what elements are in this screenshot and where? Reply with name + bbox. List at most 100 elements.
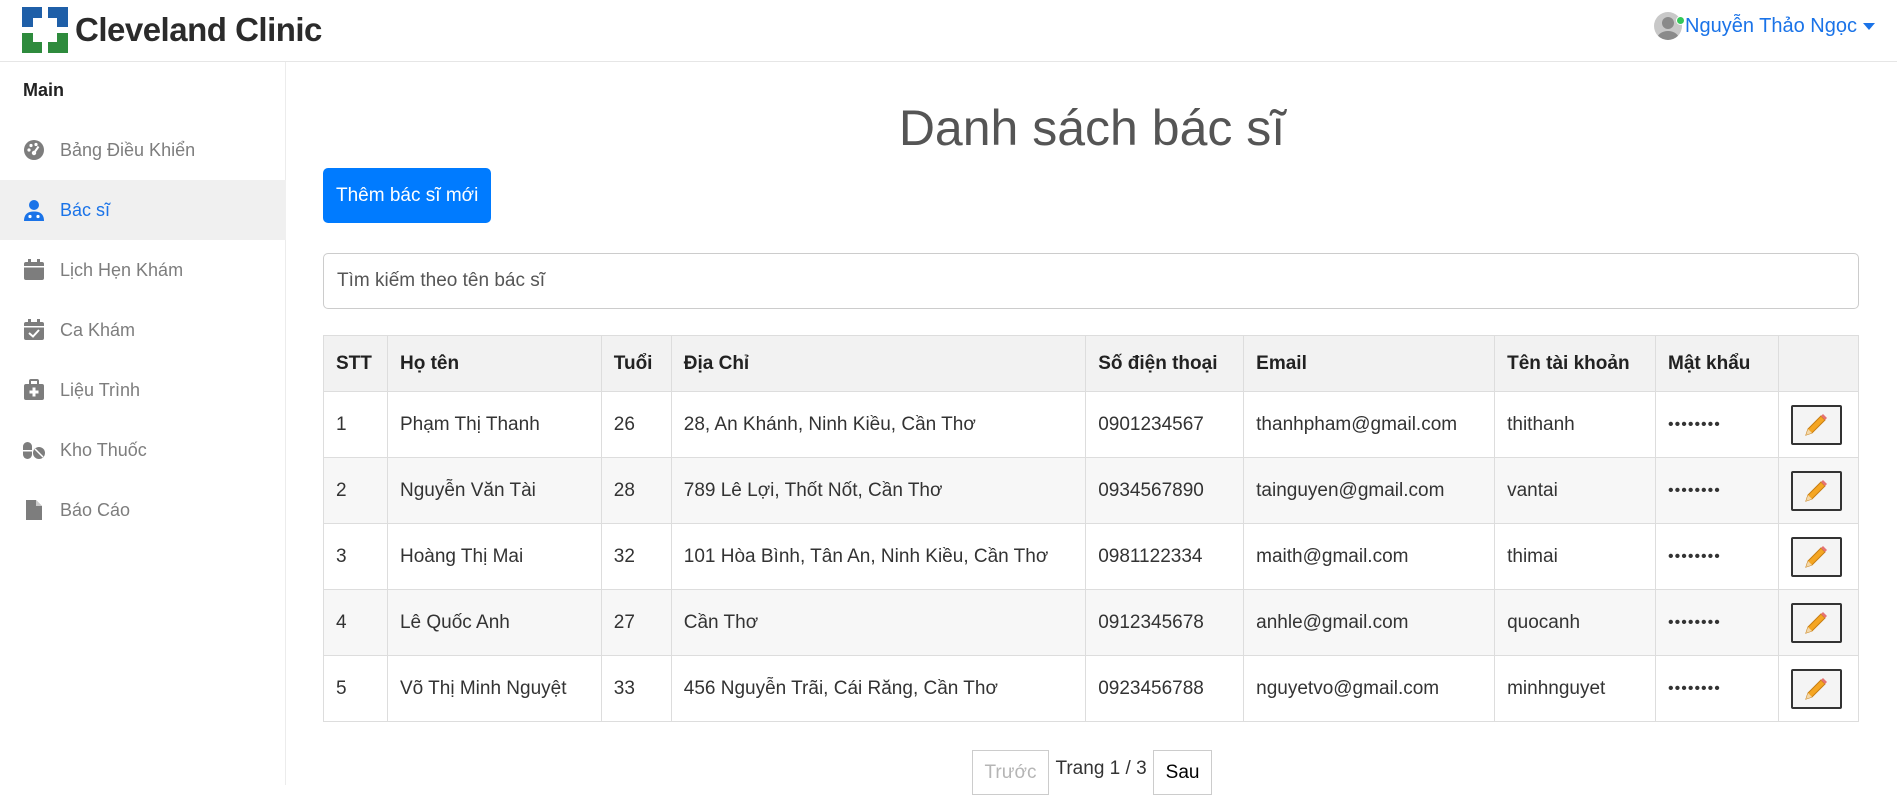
calendar-icon	[22, 258, 46, 282]
column-header: Tuổi	[600, 335, 672, 392]
cell-email: maith@gmail.com	[1243, 523, 1496, 590]
main-content: Danh sách bác sĩ Thêm bác sĩ mới STT Họ …	[287, 62, 1897, 795]
column-header: Số điện thoại	[1085, 335, 1245, 392]
cell-username: vantai	[1494, 457, 1657, 524]
edit-button[interactable]	[1790, 602, 1842, 643]
cell-email: tainguyen@gmail.com	[1243, 457, 1496, 524]
user-menu[interactable]: Nguyễn Thảo Ngọc	[1654, 12, 1875, 40]
cell-email: thanhpham@gmail.com	[1243, 391, 1496, 458]
page-info: Trang 1 / 3	[1055, 758, 1147, 779]
sidebar-section-title: Main	[23, 80, 65, 100]
cell-name: Võ Thị Minh Nguyệt	[386, 655, 602, 722]
cell-actions	[1777, 655, 1860, 722]
edit-button[interactable]	[1790, 404, 1842, 445]
cell-actions	[1777, 589, 1860, 656]
pencil-icon	[1805, 611, 1828, 634]
next-page-button[interactable]: Sau	[1152, 750, 1213, 795]
sidebar-item-reports[interactable]: Báo Cáo	[0, 480, 286, 540]
search-input[interactable]	[323, 253, 1859, 309]
sidebar-item-label: Báo Cáo	[60, 499, 131, 520]
cell-password: ••••••••	[1655, 457, 1779, 524]
pencil-icon	[1805, 413, 1828, 436]
column-header-actions	[1777, 335, 1860, 392]
dashboard-icon	[22, 138, 46, 162]
pagination: Trước Trang 1 / 3 Sau	[287, 750, 1897, 795]
edit-button[interactable]	[1790, 668, 1842, 709]
doctors-table: STT Họ tên Tuổi Địa Chỉ Số điện thoại Em…	[323, 335, 1860, 722]
prev-page-button[interactable]: Trước	[971, 750, 1050, 795]
pencil-icon	[1805, 479, 1828, 502]
cell-age: 27	[600, 589, 672, 656]
cell-name: Nguyễn Văn Tài	[386, 457, 602, 524]
table-row: 3 Hoàng Thị Mai 32 101 Hòa Bình, Tân An,…	[323, 523, 1860, 590]
sidebar-item-label: Liệu Trình	[60, 379, 141, 400]
cell-age: 33	[600, 655, 672, 722]
cell-username: minhnguyet	[1494, 655, 1657, 722]
table-row: 2 Nguyễn Văn Tài 28 789 Lê Lợi, Thốt Nốt…	[323, 457, 1860, 524]
sidebar-item-shifts[interactable]: Ca Khám	[0, 300, 286, 360]
sidebar-nav: Bảng Điều Khiển Bác sĩ Lịch Hẹn Khám Ca …	[0, 120, 286, 540]
cell-age: 26	[600, 391, 672, 458]
sidebar-item-pharmacy[interactable]: Kho Thuốc	[0, 420, 286, 480]
edit-button[interactable]	[1790, 536, 1842, 577]
cell-phone: 0901234567	[1085, 391, 1245, 458]
column-header: Địa Chỉ	[670, 335, 1087, 392]
cell-email: anhle@gmail.com	[1243, 589, 1496, 656]
cell-username: quocanh	[1494, 589, 1657, 656]
cell-actions	[1777, 523, 1860, 590]
cell-address: Cần Thơ	[670, 589, 1087, 656]
cell-phone: 0912345678	[1085, 589, 1245, 656]
cell-actions	[1777, 457, 1860, 524]
cell-actions	[1777, 391, 1860, 458]
cleveland-clinic-logo-icon	[22, 7, 68, 53]
caret-down-icon	[1863, 22, 1875, 30]
cell-index: 2	[323, 457, 388, 524]
cell-address: 28, An Khánh, Ninh Kiều, Cần Thơ	[670, 391, 1087, 458]
brand[interactable]: Cleveland Clinic	[22, 7, 322, 53]
column-header: Họ tên	[386, 335, 602, 392]
user-name: Nguyễn Thảo Ngọc	[1685, 14, 1857, 37]
cell-address: 101 Hòa Bình, Tân An, Ninh Kiều, Cần Thơ	[670, 523, 1087, 590]
sidebar-item-treatments[interactable]: Liệu Trình	[0, 360, 286, 420]
sidebar-item-appointments[interactable]: Lịch Hẹn Khám	[0, 240, 286, 300]
cell-age: 32	[600, 523, 672, 590]
sidebar-item-label: Bác sĩ	[60, 199, 111, 220]
sidebar-item-dashboard[interactable]: Bảng Điều Khiển	[0, 120, 286, 180]
top-bar: Cleveland Clinic Nguyễn Thảo Ngọc	[0, 0, 1897, 62]
table-header-row: STT Họ tên Tuổi Địa Chỉ Số điện thoại Em…	[323, 335, 1860, 392]
cell-username: thimai	[1494, 523, 1657, 590]
cell-password: ••••••••	[1655, 589, 1779, 656]
cell-email: nguyetvo@gmail.com	[1243, 655, 1496, 722]
online-status-icon	[1676, 16, 1686, 25]
table-row: 4 Lê Quốc Anh 27 Cần Thơ 0912345678 anhl…	[323, 589, 1860, 656]
pencil-icon	[1805, 545, 1828, 568]
table-row: 5 Võ Thị Minh Nguyệt 33 456 Nguyễn Trãi,…	[323, 655, 1860, 722]
cell-index: 3	[323, 523, 388, 590]
edit-button[interactable]	[1790, 470, 1842, 511]
table-row: 1 Phạm Thị Thanh 26 28, An Khánh, Ninh K…	[323, 391, 1860, 458]
sidebar-item-label: Bảng Điều Khiển	[60, 139, 196, 160]
pencil-icon	[1805, 677, 1828, 700]
cell-name: Hoàng Thị Mai	[386, 523, 602, 590]
cell-phone: 0923456788	[1085, 655, 1245, 722]
cell-index: 5	[323, 655, 388, 722]
cell-username: thithanh	[1494, 391, 1657, 458]
cell-phone: 0934567890	[1085, 457, 1245, 524]
sidebar-item-label: Kho Thuốc	[60, 439, 147, 460]
cell-index: 1	[323, 391, 388, 458]
calendar-check-icon	[22, 318, 46, 342]
cell-password: ••••••••	[1655, 655, 1779, 722]
cell-address: 456 Nguyễn Trãi, Cái Răng, Cần Thơ	[670, 655, 1087, 722]
cell-name: Phạm Thị Thanh	[386, 391, 602, 458]
column-header: Email	[1243, 335, 1496, 392]
medical-kit-icon	[22, 378, 46, 402]
sidebar-item-label: Lịch Hẹn Khám	[60, 259, 184, 280]
cell-address: 789 Lê Lợi, Thốt Nốt, Cần Thơ	[670, 457, 1087, 524]
pills-icon	[22, 438, 46, 462]
file-icon	[22, 498, 46, 522]
sidebar-item-doctors[interactable]: Bác sĩ	[0, 180, 286, 240]
add-doctor-button[interactable]: Thêm bác sĩ mới	[323, 168, 492, 223]
cell-phone: 0981122334	[1085, 523, 1245, 590]
brand-name: Cleveland Clinic	[75, 11, 322, 48]
column-header: Mật khẩu	[1655, 335, 1779, 392]
